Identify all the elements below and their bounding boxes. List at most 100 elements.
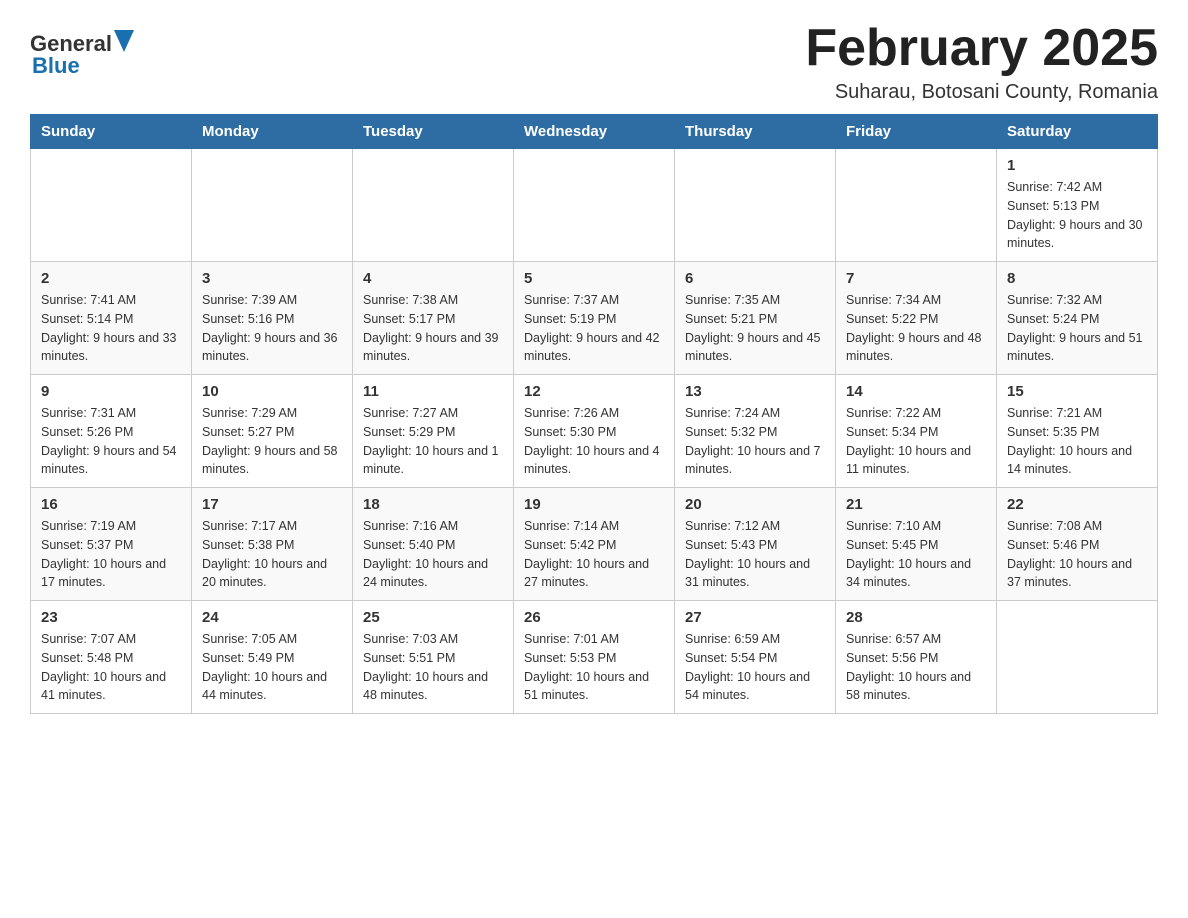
day-info: Sunrise: 7:26 AM Sunset: 5:30 PM Dayligh… [524, 404, 664, 479]
calendar-cell: 21Sunrise: 7:10 AM Sunset: 5:45 PM Dayli… [836, 488, 997, 601]
day-info: Sunrise: 7:14 AM Sunset: 5:42 PM Dayligh… [524, 517, 664, 592]
day-info: Sunrise: 7:19 AM Sunset: 5:37 PM Dayligh… [41, 517, 181, 592]
day-number: 21 [846, 496, 986, 513]
day-info: Sunrise: 7:22 AM Sunset: 5:34 PM Dayligh… [846, 404, 986, 479]
day-number: 11 [363, 383, 503, 400]
day-info: Sunrise: 7:35 AM Sunset: 5:21 PM Dayligh… [685, 291, 825, 366]
day-number: 18 [363, 496, 503, 513]
calendar-cell: 15 Sunrise: 7:21 AM Sunset: 5:35 PM Dayli… [997, 375, 1158, 488]
day-number: 8 [1007, 270, 1147, 287]
calendar-cell: 20 Sunrise: 7:12 AM Sunset: 5:43 PM Dayli… [675, 488, 836, 601]
month-title: February 2025 [805, 20, 1158, 77]
calendar-cell [675, 149, 836, 262]
day-info: Sunrise: 7:37 AM Sunset: 5:19 PM Dayligh… [524, 291, 664, 366]
day-info: Sunrise: 7:16 AM Sunset: 5:40 PM Dayligh… [363, 517, 503, 592]
day-number: 5 [524, 270, 664, 287]
day-info: Sunrise: 7:29 AM Sunset: 5:27 PM Dayligh… [202, 404, 342, 479]
calendar-cell: 10 Sunrise: 7:29 AM Sunset: 5:27 PM Dayli… [192, 375, 353, 488]
day-number: 10 [202, 383, 342, 400]
calendar-cell: 24Sunrise: 7:05 AM Sunset: 5:49 PM Dayli… [192, 601, 353, 714]
header-monday: Monday [192, 115, 353, 149]
logo: General Blue [30, 30, 134, 79]
calendar-week-row: 2 Sunrise: 7:41 AM Sunset: 5:14 PM Daylig… [31, 262, 1158, 375]
calendar-cell: 25 Sunrise: 7:03 AM Sunset: 5:51 PM Dayli… [353, 601, 514, 714]
calendar-cell: 6 Sunrise: 7:35 AM Sunset: 5:21 PM Daylig… [675, 262, 836, 375]
day-info: Sunrise: 7:41 AM Sunset: 5:14 PM Dayligh… [41, 291, 181, 366]
day-info: Sunrise: 7:24 AM Sunset: 5:32 PM Dayligh… [685, 404, 825, 479]
calendar-cell: 2 Sunrise: 7:41 AM Sunset: 5:14 PM Daylig… [31, 262, 192, 375]
calendar-cell: 12Sunrise: 7:26 AM Sunset: 5:30 PM Dayli… [514, 375, 675, 488]
calendar-cell: 26 Sunrise: 7:01 AM Sunset: 5:53 PM Dayli… [514, 601, 675, 714]
calendar-week-row: 23 Sunrise: 7:07 AM Sunset: 5:48 PM Dayli… [31, 601, 1158, 714]
day-number: 26 [524, 609, 664, 626]
calendar-header-row: SundayMondayTuesdayWednesdayThursdayFrid… [31, 115, 1158, 149]
day-number: 3 [202, 270, 342, 287]
day-info: Sunrise: 7:08 AM Sunset: 5:46 PM Dayligh… [1007, 517, 1147, 592]
day-info: Sunrise: 7:39 AM Sunset: 5:16 PM Dayligh… [202, 291, 342, 366]
day-number: 20 [685, 496, 825, 513]
day-info: Sunrise: 7:01 AM Sunset: 5:53 PM Dayligh… [524, 630, 664, 705]
calendar-cell: 22 Sunrise: 7:08 AM Sunset: 5:46 PM Dayli… [997, 488, 1158, 601]
header-tuesday: Tuesday [353, 115, 514, 149]
day-info: Sunrise: 7:21 AM Sunset: 5:35 PM Dayligh… [1007, 404, 1147, 479]
day-info: Sunrise: 7:17 AM Sunset: 5:38 PM Dayligh… [202, 517, 342, 592]
day-info: Sunrise: 7:07 AM Sunset: 5:48 PM Dayligh… [41, 630, 181, 705]
calendar-cell: 27 Sunrise: 6:59 AM Sunset: 5:54 PM Dayli… [675, 601, 836, 714]
calendar-cell: 1 Sunrise: 7:42 AM Sunset: 5:13 PM Daylig… [997, 149, 1158, 262]
logo-blue-text: Blue [32, 53, 80, 79]
day-info: Sunrise: 7:27 AM Sunset: 5:29 PM Dayligh… [363, 404, 503, 479]
calendar-cell: 18 Sunrise: 7:16 AM Sunset: 5:40 PM Dayli… [353, 488, 514, 601]
day-number: 17 [202, 496, 342, 513]
calendar-cell: 7 Sunrise: 7:34 AM Sunset: 5:22 PM Daylig… [836, 262, 997, 375]
day-number: 13 [685, 383, 825, 400]
day-number: 4 [363, 270, 503, 287]
calendar-cell [192, 149, 353, 262]
day-number: 28 [846, 609, 986, 626]
calendar-cell: 17 Sunrise: 7:17 AM Sunset: 5:38 PM Dayli… [192, 488, 353, 601]
calendar-cell [31, 149, 192, 262]
page-header: General Blue February 2025 Suharau, Boto… [30, 20, 1158, 104]
day-info: Sunrise: 7:12 AM Sunset: 5:43 PM Dayligh… [685, 517, 825, 592]
calendar-cell: 3 Sunrise: 7:39 AM Sunset: 5:16 PM Daylig… [192, 262, 353, 375]
day-number: 7 [846, 270, 986, 287]
header-wednesday: Wednesday [514, 115, 675, 149]
day-number: 25 [363, 609, 503, 626]
calendar-week-row: 16 Sunrise: 7:19 AM Sunset: 5:37 PM Dayli… [31, 488, 1158, 601]
day-info: Sunrise: 7:32 AM Sunset: 5:24 PM Dayligh… [1007, 291, 1147, 366]
day-number: 9 [41, 383, 181, 400]
day-number: 19 [524, 496, 664, 513]
logo-triangle-icon [114, 30, 134, 52]
day-number: 14 [846, 383, 986, 400]
calendar-cell [514, 149, 675, 262]
calendar-cell: 5 Sunrise: 7:37 AM Sunset: 5:19 PM Daylig… [514, 262, 675, 375]
day-number: 27 [685, 609, 825, 626]
calendar-cell: 4Sunrise: 7:38 AM Sunset: 5:17 PM Daylig… [353, 262, 514, 375]
calendar-cell: 16 Sunrise: 7:19 AM Sunset: 5:37 PM Dayli… [31, 488, 192, 601]
calendar-cell: 11 Sunrise: 7:27 AM Sunset: 5:29 PM Dayli… [353, 375, 514, 488]
header-friday: Friday [836, 115, 997, 149]
header-sunday: Sunday [31, 115, 192, 149]
day-info: Sunrise: 7:03 AM Sunset: 5:51 PM Dayligh… [363, 630, 503, 705]
day-number: 22 [1007, 496, 1147, 513]
day-number: 2 [41, 270, 181, 287]
day-number: 1 [1007, 157, 1147, 174]
day-info: Sunrise: 7:42 AM Sunset: 5:13 PM Dayligh… [1007, 178, 1147, 253]
calendar-cell: 8 Sunrise: 7:32 AM Sunset: 5:24 PM Daylig… [997, 262, 1158, 375]
header-thursday: Thursday [675, 115, 836, 149]
day-info: Sunrise: 7:34 AM Sunset: 5:22 PM Dayligh… [846, 291, 986, 366]
calendar-cell: 13 Sunrise: 7:24 AM Sunset: 5:32 PM Dayli… [675, 375, 836, 488]
calendar-cell [997, 601, 1158, 714]
day-info: Sunrise: 6:57 AM Sunset: 5:56 PM Dayligh… [846, 630, 986, 705]
calendar-table: SundayMondayTuesdayWednesdayThursdayFrid… [30, 114, 1158, 714]
calendar-cell: 28 Sunrise: 6:57 AM Sunset: 5:56 PM Dayli… [836, 601, 997, 714]
day-number: 23 [41, 609, 181, 626]
day-number: 15 [1007, 383, 1147, 400]
calendar-cell: 9 Sunrise: 7:31 AM Sunset: 5:26 PM Daylig… [31, 375, 192, 488]
day-info: Sunrise: 7:31 AM Sunset: 5:26 PM Dayligh… [41, 404, 181, 479]
calendar-cell [836, 149, 997, 262]
calendar-cell: 23 Sunrise: 7:07 AM Sunset: 5:48 PM Dayli… [31, 601, 192, 714]
calendar-week-row: 1 Sunrise: 7:42 AM Sunset: 5:13 PM Daylig… [31, 149, 1158, 262]
day-info: Sunrise: 6:59 AM Sunset: 5:54 PM Dayligh… [685, 630, 825, 705]
day-number: 6 [685, 270, 825, 287]
day-number: 16 [41, 496, 181, 513]
